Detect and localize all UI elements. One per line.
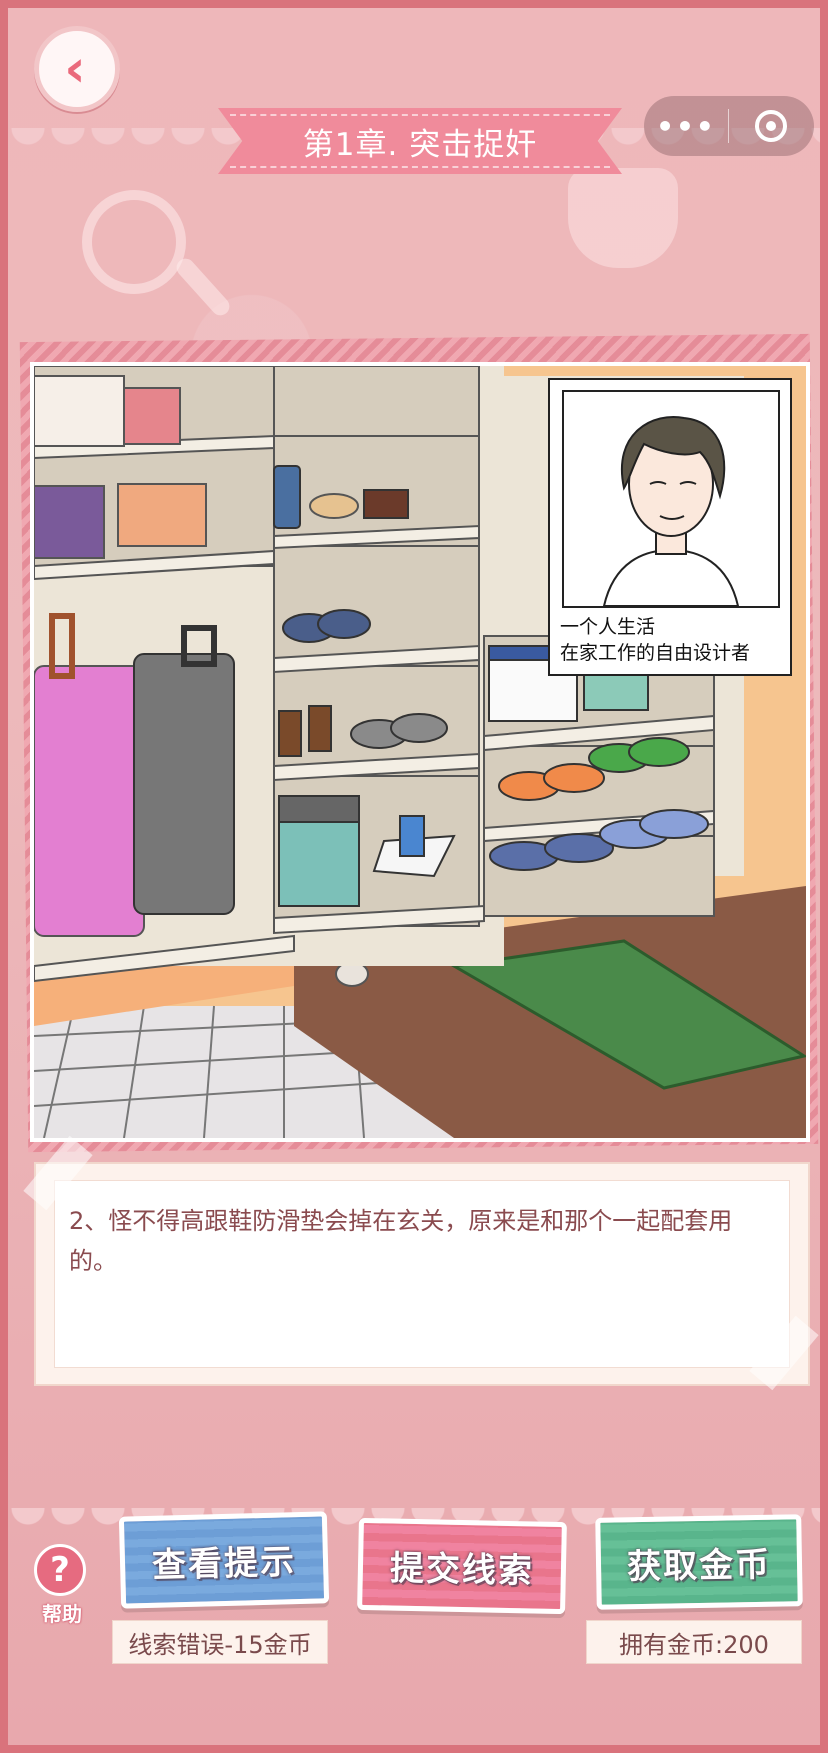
pipe-decoration-icon	[568, 168, 678, 268]
get-coins-label: 获取金币	[626, 1544, 772, 1587]
profile-line-2: 在家工作的自由设计者	[560, 642, 751, 664]
get-coins-button[interactable]: 获取金币	[595, 1514, 803, 1610]
question-icon: ?	[34, 1544, 86, 1596]
clue-text-panel: 2、怪不得高跟鞋防滑垫会掉在玄关，原来是和那个一起配套用的。	[54, 1180, 790, 1368]
character-profile-card[interactable]: 一个人生活 在家工作的自由设计者	[548, 378, 792, 676]
view-hint-label: 查看提示	[151, 1541, 297, 1586]
help-button[interactable]: ? 帮助	[30, 1544, 94, 1626]
back-button[interactable]: ‹	[34, 26, 120, 112]
clue-text-box: 2、怪不得高跟鞋防滑垫会掉在玄关，原来是和那个一起配套用的。	[34, 1162, 810, 1386]
man-portrait-icon	[602, 416, 740, 606]
chevron-left-icon: ‹	[64, 39, 86, 99]
mini-program-capsule: •••	[644, 96, 814, 156]
magnifier-decoration-icon	[82, 190, 186, 294]
view-hint-button[interactable]: 查看提示	[118, 1511, 330, 1609]
character-portrait	[562, 390, 780, 608]
game-frame: ‹ 第1章. 突击捉奸 ••• 一个人生活 在家工作的自由设计者 2、怪不得高跟…	[0, 0, 828, 1753]
penalty-note: 线索错误-15金币	[112, 1620, 328, 1664]
close-miniprogram-button[interactable]	[729, 110, 813, 142]
clue-text: 2、怪不得高跟鞋防滑垫会掉在玄关，原来是和那个一起配套用的。	[69, 1207, 733, 1275]
profile-line-1: 一个人生活	[560, 616, 656, 638]
submit-clue-button[interactable]: 提交线索	[357, 1517, 567, 1615]
more-dots-icon[interactable]: •••	[644, 110, 728, 143]
submit-clue-label: 提交线索	[389, 1547, 535, 1592]
magnifier-handle-decoration	[172, 254, 234, 320]
coin-balance: 拥有金币:200	[586, 1620, 802, 1664]
target-circle-icon	[755, 110, 787, 142]
help-label: 帮助	[42, 1602, 82, 1626]
chapter-banner-stitch	[230, 114, 610, 168]
